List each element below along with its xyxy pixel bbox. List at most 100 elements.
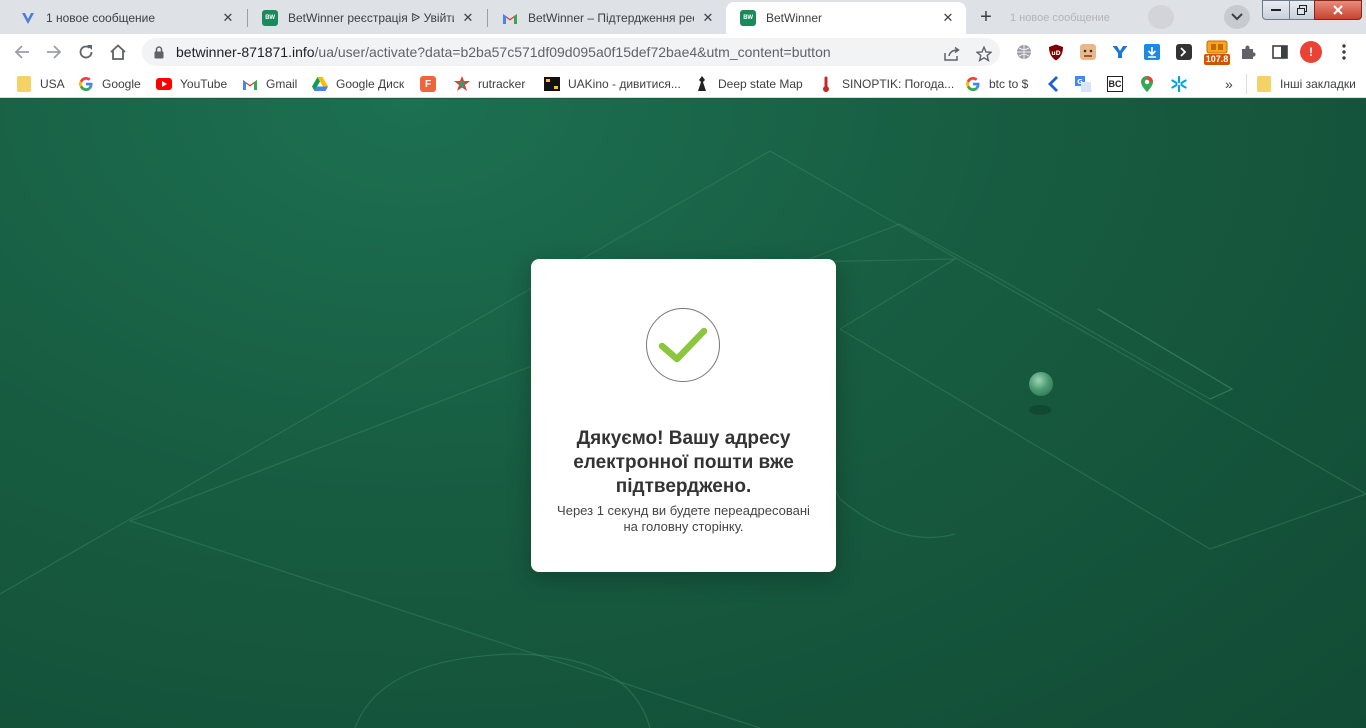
checkmark-icon bbox=[658, 327, 708, 363]
restore-icon bbox=[1297, 5, 1307, 15]
bookmark-maps[interactable] bbox=[1139, 75, 1163, 93]
google-icon bbox=[965, 76, 981, 92]
tab-strip: 1 новое сообщение ✕ BW BetWinner реєстра… bbox=[0, 0, 1366, 34]
bookmark-youtube[interactable]: YouTube bbox=[156, 75, 227, 93]
confirmation-title: Дякуємо! Вашу адресу електронної пошти в… bbox=[573, 428, 794, 497]
v-icon bbox=[20, 10, 36, 26]
bookmark-rutracker[interactable]: rutracker bbox=[454, 75, 525, 93]
close-icon[interactable]: ✕ bbox=[220, 10, 236, 26]
folder-icon bbox=[1256, 76, 1272, 92]
ghost-circle bbox=[1148, 5, 1174, 29]
minimize-icon bbox=[1271, 9, 1281, 11]
tab-title: BetWinner bbox=[766, 11, 823, 25]
profile-avatar[interactable]: ! bbox=[1300, 41, 1322, 63]
reload-button[interactable] bbox=[74, 40, 98, 64]
terminal-extension-icon[interactable] bbox=[1174, 42, 1194, 62]
betwinner-icon: BW bbox=[262, 10, 278, 26]
translate-icon: G bbox=[1075, 76, 1091, 92]
bookmark-kyivstar[interactable] bbox=[1171, 75, 1195, 93]
chevron-down-icon bbox=[1231, 13, 1243, 21]
google-icon bbox=[78, 76, 94, 92]
redirect-message: Через 1 секунд ви будете переадресовані … bbox=[557, 503, 810, 534]
maximize-button[interactable] bbox=[1289, 0, 1315, 20]
more-bookmarks-button[interactable]: » bbox=[1225, 75, 1233, 93]
maps-pin-icon bbox=[1139, 76, 1155, 92]
bookmark-bc[interactable]: BC bbox=[1107, 75, 1131, 93]
counter-badge: 107.8 bbox=[1203, 53, 1231, 65]
bookmark-uakino[interactable]: UAKino - дивитися... bbox=[544, 75, 681, 93]
ublock-icon[interactable]: uD bbox=[1046, 42, 1066, 62]
browser-toolbar: betwinner-871871.info/ua/user/activate?d… bbox=[0, 34, 1366, 70]
home-icon bbox=[110, 44, 126, 60]
bookmark-sinoptik[interactable]: SINOPTIK: Погода... bbox=[818, 75, 954, 93]
bookmark-google[interactable]: Google bbox=[78, 75, 141, 93]
url-path: /ua/user/activate?data=b2ba57c571df09d09… bbox=[314, 44, 831, 60]
arrow-left-icon bbox=[14, 45, 29, 59]
tab-betwinner-active[interactable]: BW BetWinner ✕ bbox=[726, 2, 966, 34]
bookmark-deepstate[interactable]: Deep state Map bbox=[694, 75, 803, 93]
svg-text:uD: uD bbox=[1051, 50, 1060, 57]
minimize-button[interactable] bbox=[1262, 0, 1290, 20]
counter-box-icon bbox=[1206, 40, 1228, 53]
tab-search-button[interactable] bbox=[1224, 5, 1250, 29]
counter-extension-icon[interactable]: 107.8 bbox=[1203, 38, 1231, 66]
arrow-right-icon bbox=[47, 45, 62, 59]
gmail-icon bbox=[242, 76, 258, 92]
close-icon[interactable]: ✕ bbox=[700, 10, 716, 26]
arrow-left-icon bbox=[1045, 76, 1061, 92]
svg-text:G: G bbox=[1077, 78, 1083, 86]
menu-icon[interactable] bbox=[1334, 42, 1354, 62]
forward-button[interactable] bbox=[42, 40, 66, 64]
f-icon: F bbox=[420, 76, 436, 92]
betwinner-icon: BW bbox=[740, 10, 756, 26]
bc-icon: BC bbox=[1107, 76, 1123, 92]
y-extension-icon[interactable] bbox=[1110, 42, 1130, 62]
page-content: Дякуємо! Вашу адресу електронної пошти в… bbox=[0, 99, 1366, 728]
url-host: betwinner-871871.info bbox=[176, 44, 315, 60]
lock-icon[interactable] bbox=[154, 45, 166, 59]
bookmark-gmail[interactable]: Gmail bbox=[242, 75, 297, 93]
gmail-icon bbox=[502, 10, 518, 26]
check-circle bbox=[646, 308, 720, 382]
ghost-tab: 1 новое сообщение bbox=[1010, 12, 1110, 24]
bookmark-arrow[interactable] bbox=[1045, 75, 1069, 93]
share-icon[interactable] bbox=[942, 44, 962, 64]
bookmark-btc[interactable]: btc to $ bbox=[965, 75, 1028, 93]
close-icon bbox=[1333, 5, 1343, 15]
bookmark-other[interactable]: Інші закладки bbox=[1256, 75, 1356, 93]
tab-title: 1 новое сообщение bbox=[46, 11, 156, 25]
tab-title: BetWinner реєстрація ᐉ Увійти в bbox=[288, 11, 454, 25]
bookmark-separator bbox=[1246, 74, 1247, 94]
bookmark-f[interactable]: F bbox=[420, 75, 444, 93]
uakino-icon bbox=[544, 76, 560, 92]
face-extension-icon[interactable] bbox=[1078, 42, 1098, 62]
star-burst-icon bbox=[1171, 76, 1187, 92]
close-icon[interactable]: ✕ bbox=[940, 10, 956, 26]
football-ball bbox=[1029, 372, 1053, 396]
puzzle-icon[interactable] bbox=[1238, 42, 1258, 62]
home-button[interactable] bbox=[106, 40, 130, 64]
back-button[interactable] bbox=[10, 40, 34, 64]
close-icon[interactable]: ✕ bbox=[460, 10, 476, 26]
address-bar[interactable]: betwinner-871871.info/ua/user/activate?d… bbox=[142, 38, 1000, 66]
side-panel-icon[interactable] bbox=[1270, 42, 1290, 62]
bookmark-usa[interactable]: USA bbox=[16, 75, 65, 93]
star-icon[interactable] bbox=[974, 44, 994, 64]
vpn-globe-icon[interactable] bbox=[1014, 42, 1034, 62]
ball-shadow bbox=[1029, 405, 1051, 415]
close-window-button[interactable] bbox=[1314, 0, 1362, 20]
youtube-icon bbox=[156, 76, 172, 92]
folder-icon bbox=[16, 76, 32, 92]
bookmarks-bar: USA Google YouTube Gmail Google Диск F r… bbox=[0, 70, 1366, 98]
tab-gmail-confirmation[interactable]: BetWinner – Підтердження реєс ✕ bbox=[488, 2, 726, 34]
confirmation-card: Дякуємо! Вашу адресу електронної пошти в… bbox=[531, 259, 836, 572]
download-icon[interactable] bbox=[1142, 42, 1162, 62]
deepstate-icon bbox=[694, 76, 710, 92]
new-tab-button[interactable]: + bbox=[973, 5, 999, 29]
bookmark-google-drive[interactable]: Google Диск bbox=[312, 75, 404, 93]
tab-betwinner-registration[interactable]: BW BetWinner реєстрація ᐉ Увійти в ✕ bbox=[248, 2, 486, 34]
bookmark-translate[interactable]: G bbox=[1075, 75, 1099, 93]
tab-messages[interactable]: 1 новое сообщение ✕ bbox=[6, 2, 246, 34]
reload-icon bbox=[79, 45, 93, 59]
tab-title: BetWinner – Підтердження реєс bbox=[528, 11, 694, 25]
